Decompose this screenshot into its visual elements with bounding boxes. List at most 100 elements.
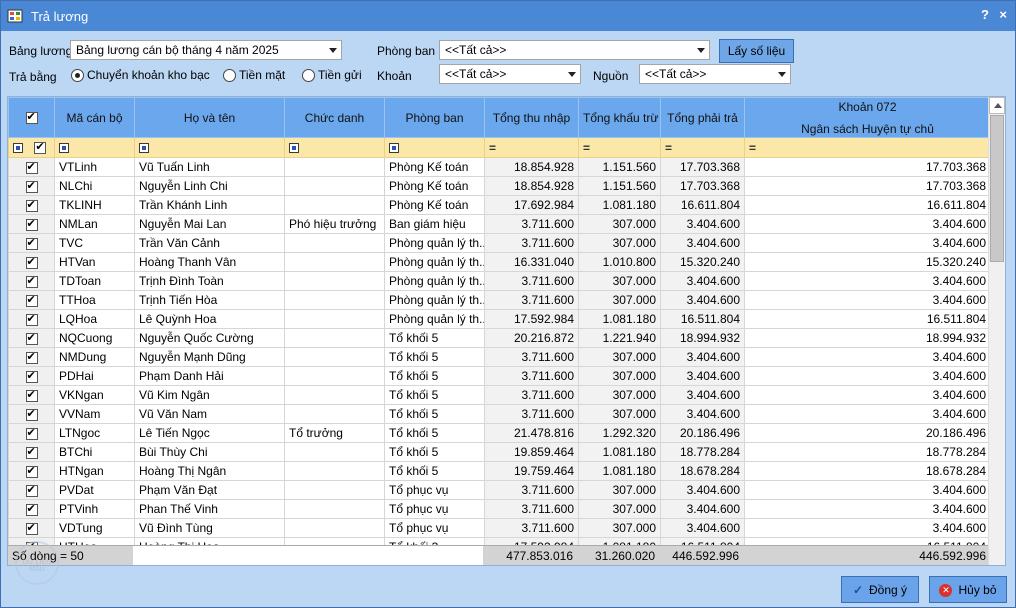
help-icon[interactable]: ?: [981, 7, 989, 22]
filter-icon[interactable]: [389, 143, 399, 154]
col-ho-ten[interactable]: Họ và tên: [134, 97, 285, 138]
bang-luong-select[interactable]: Bảng lương cán bộ tháng 4 năm 2025: [70, 40, 342, 60]
row-checkbox[interactable]: [25, 160, 38, 174]
filter-equals-icon[interactable]: =: [749, 141, 756, 155]
row-select-cell[interactable]: [8, 195, 55, 215]
table-row[interactable]: VTLinhVũ Tuấn Linh Phòng Kế toán18.854.92…: [8, 157, 990, 177]
row-select-cell[interactable]: [8, 404, 55, 424]
row-select-cell[interactable]: [8, 328, 55, 348]
filter-cell[interactable]: =: [744, 137, 990, 158]
filter-icon[interactable]: [139, 143, 149, 154]
phong-ban-select[interactable]: <<Tất cả>>: [439, 40, 710, 60]
table-row[interactable]: TDToanTrịnh Đình Toàn Phòng quản lý th...…: [8, 271, 990, 291]
col-tong-phai-tra[interactable]: Tổng phải trả: [660, 97, 745, 138]
filter-cell[interactable]: =: [578, 137, 661, 158]
row-select-cell[interactable]: [8, 461, 55, 481]
row-select-cell[interactable]: [8, 176, 55, 196]
row-checkbox[interactable]: [25, 331, 38, 345]
row-checkbox[interactable]: [25, 388, 38, 402]
row-checkbox[interactable]: [25, 312, 38, 326]
table-row[interactable]: TTHoaTrịnh Tiến HòaPhòng quản lý th...3.…: [8, 290, 990, 310]
col-phong-ban[interactable]: Phòng ban: [384, 97, 485, 138]
radio-chuyen-khoan[interactable]: Chuyển khoản kho bạc: [71, 68, 210, 82]
select-all-checkbox[interactable]: [25, 110, 38, 125]
vertical-scrollbar[interactable]: [988, 97, 1005, 565]
row-select-cell[interactable]: [8, 442, 55, 462]
row-checkbox[interactable]: [25, 407, 38, 421]
filter-cell[interactable]: [284, 137, 385, 158]
row-select-cell[interactable]: [8, 309, 55, 329]
table-row[interactable]: NMDungNguyễn Mạnh Dũng Tổ khối 53.711.600…: [8, 347, 990, 367]
row-checkbox[interactable]: [25, 217, 38, 231]
row-checkbox[interactable]: [25, 369, 38, 383]
row-select-cell[interactable]: [8, 290, 55, 310]
row-select-cell[interactable]: [8, 385, 55, 405]
table-row[interactable]: NQCuongNguyễn Quốc Cường Tổ khối 520.216.…: [8, 328, 990, 348]
radio-tien-gui[interactable]: Tiền gửi: [302, 68, 362, 82]
row-checkbox[interactable]: [25, 483, 38, 497]
filter-checkbox-cell[interactable]: [8, 137, 55, 158]
row-checkbox[interactable]: [25, 274, 38, 288]
table-row[interactable]: PTVinhPhan Thế Vinh Tổ phục vụ3.711.60030…: [8, 499, 990, 519]
row-select-cell[interactable]: [8, 423, 55, 443]
col-tong-khau-tru[interactable]: Tổng khấu trừ: [578, 97, 661, 138]
filter-cell[interactable]: [134, 137, 285, 158]
col-khoan-072[interactable]: Khoản 072 Ngân sách Huyện tự chủ: [744, 97, 990, 138]
row-select-cell[interactable]: [8, 480, 55, 500]
row-select-cell[interactable]: [8, 214, 55, 234]
row-checkbox[interactable]: [25, 426, 38, 440]
row-checkbox[interactable]: [25, 464, 38, 478]
nguon-select[interactable]: <<Tất cả>>: [639, 64, 791, 84]
col-chuc-danh[interactable]: Chức danh: [284, 97, 385, 138]
row-checkbox[interactable]: [25, 236, 38, 250]
row-select-cell[interactable]: [8, 157, 55, 177]
filter-cell[interactable]: [384, 137, 485, 158]
close-icon[interactable]: ×: [999, 7, 1007, 22]
row-checkbox[interactable]: [25, 179, 38, 193]
row-checkbox[interactable]: [25, 255, 38, 269]
filter-icon[interactable]: [289, 143, 299, 154]
table-row[interactable]: LTNgocLê Tiến NgọcTổ trưởngTổ khối 521.4…: [8, 423, 990, 443]
khoan-select[interactable]: <<Tất cả>>: [439, 64, 581, 84]
table-row[interactable]: BTChiBùi Thùy Chi Tổ khối 519.859.4641.08…: [8, 442, 990, 462]
table-row[interactable]: HTVanHoàng Thanh VânPhòng quản lý th...1…: [8, 252, 990, 272]
scroll-thumb[interactable]: [990, 115, 1004, 262]
ok-button[interactable]: ✓ Đồng ý: [841, 576, 919, 603]
table-row[interactable]: LQHoaLê Quỳnh Hoa Phòng quản lý th...17.5…: [8, 309, 990, 329]
row-checkbox[interactable]: [25, 521, 38, 535]
table-row[interactable]: TKLINHTrần Khánh Linh Phòng Kế toán17.692…: [8, 195, 990, 215]
radio-tien-mat[interactable]: Tiền mặt: [223, 68, 285, 82]
filter-equals-icon[interactable]: =: [583, 141, 590, 155]
filter-icon[interactable]: [59, 143, 69, 154]
filter-icon[interactable]: [13, 143, 23, 154]
row-checkbox[interactable]: [25, 445, 38, 459]
row-select-cell[interactable]: [8, 366, 55, 386]
row-select-cell[interactable]: [8, 347, 55, 367]
col-tong-thu-nhap[interactable]: Tổng thu nhập: [484, 97, 579, 138]
scroll-up-icon[interactable]: [989, 97, 1005, 114]
row-select-cell[interactable]: [8, 271, 55, 291]
row-checkbox[interactable]: [25, 198, 38, 212]
row-checkbox[interactable]: [25, 502, 38, 516]
table-row[interactable]: VVNamVũ Văn Nam Tổ khối 53.711.600307.000…: [8, 404, 990, 424]
col-ma-can-bo[interactable]: Mã cán bộ: [54, 97, 135, 138]
row-select-cell[interactable]: [8, 518, 55, 538]
table-row[interactable]: PVDatPhạm Văn Đạt Tổ phục vụ3.711.600307.…: [8, 480, 990, 500]
table-row[interactable]: VKNganVũ Kim Ngân Tổ khối 53.711.600307.0…: [8, 385, 990, 405]
table-row[interactable]: NLChiNguyễn Linh Chi Phòng Kế toán18.854.…: [8, 176, 990, 196]
filter-checked-checkbox[interactable]: [34, 140, 47, 155]
table-row[interactable]: PDHaiPhạm Danh Hải Tổ khối 53.711.600307.…: [8, 366, 990, 386]
table-row[interactable]: HTNganHoàng Thị NgânTổ khối 519.759.4641…: [8, 461, 990, 481]
cancel-button[interactable]: ✕ Hủy bỏ: [929, 576, 1007, 603]
select-all-header[interactable]: [8, 97, 55, 138]
filter-equals-icon[interactable]: =: [489, 141, 496, 155]
filter-cell[interactable]: =: [484, 137, 579, 158]
row-select-cell[interactable]: [8, 499, 55, 519]
row-select-cell[interactable]: [8, 252, 55, 272]
row-checkbox[interactable]: [25, 293, 38, 307]
row-checkbox[interactable]: [25, 350, 38, 364]
get-data-button[interactable]: Lấy số liệu: [719, 39, 794, 63]
table-row[interactable]: TVCTrần Văn Cảnh Phòng quản lý th...3.711…: [8, 233, 990, 253]
filter-cell[interactable]: =: [660, 137, 745, 158]
table-row[interactable]: NMLanNguyễn Mai LanPhó hiệu trưởngBan gi…: [8, 214, 990, 234]
